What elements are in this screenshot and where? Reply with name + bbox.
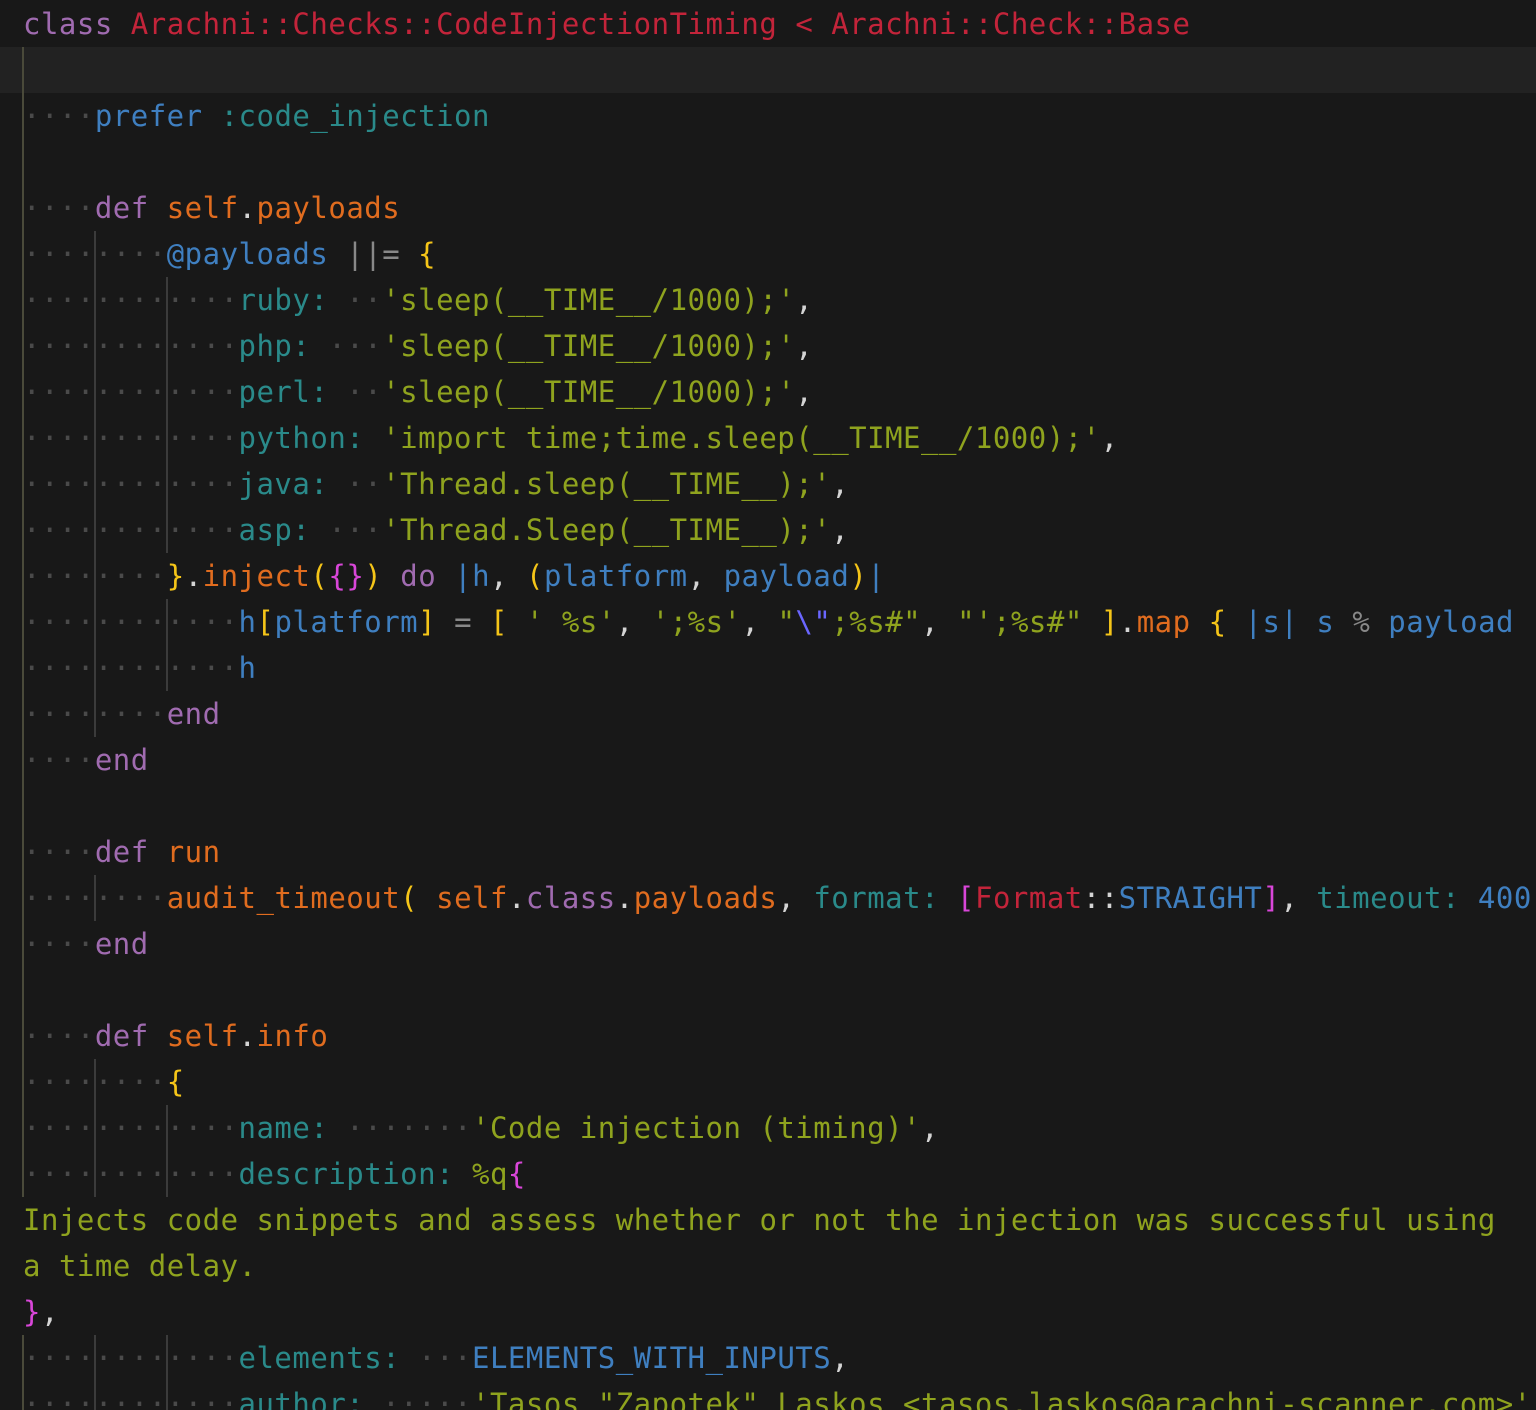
indent-guide [166, 1151, 168, 1197]
code-line[interactable]: ····end [0, 737, 1536, 783]
indent-guide [166, 1105, 168, 1151]
code-line[interactable]: ············description: %q{ [0, 1151, 1536, 1197]
indent-guide [22, 1335, 24, 1381]
indent-guide [22, 1105, 24, 1151]
code-line[interactable]: ············java: ··'Thread.sleep(__TIME… [0, 461, 1536, 507]
indent-guide [22, 1381, 24, 1410]
indent-guide [94, 875, 96, 921]
code-line[interactable]: ············h[platform] = [ ' %s', ';%s'… [0, 599, 1536, 645]
indent-guide [94, 369, 96, 415]
indent-guide [22, 1151, 24, 1197]
indent-guide [22, 231, 24, 277]
indent-guide [94, 1335, 96, 1381]
code-line[interactable]: ········end [0, 691, 1536, 737]
code-line[interactable]: ············php: ···'sleep(__TIME__/1000… [0, 323, 1536, 369]
indent-guide [166, 1381, 168, 1410]
code-line[interactable]: a time delay. [0, 1243, 1536, 1289]
indent-guide [22, 415, 24, 461]
indent-guide [94, 599, 96, 645]
indent-guide [22, 829, 24, 875]
code-line[interactable] [0, 139, 1536, 185]
code-line[interactable]: ············ruby: ··'sleep(__TIME__/1000… [0, 277, 1536, 323]
code-line[interactable] [0, 47, 1536, 93]
indent-guide [22, 783, 24, 829]
code-line[interactable]: ············perl: ··'sleep(__TIME__/1000… [0, 369, 1536, 415]
indent-guide [166, 1335, 168, 1381]
indent-guide [166, 599, 168, 645]
indent-guide [94, 323, 96, 369]
code-line[interactable]: ········{ [0, 1059, 1536, 1105]
indent-guide [166, 645, 168, 691]
code-line[interactable]: class Arachni::Checks::CodeInjectionTimi… [0, 1, 1536, 47]
indent-guide [22, 645, 24, 691]
indent-guide [94, 415, 96, 461]
indent-guide [94, 1381, 96, 1410]
indent-guide [22, 461, 24, 507]
indent-guide [94, 553, 96, 599]
indent-guide [22, 369, 24, 415]
indent-guide [166, 323, 168, 369]
indent-guide [22, 277, 24, 323]
indent-guide [22, 139, 24, 185]
indent-guide [166, 415, 168, 461]
code-line[interactable] [0, 967, 1536, 1013]
code-line[interactable]: ············python: 'import time;time.sl… [0, 415, 1536, 461]
code-editor[interactable]: class Arachni::Checks::CodeInjectionTimi… [0, 0, 1536, 1410]
indent-guide [22, 1013, 24, 1059]
indent-guide [94, 507, 96, 553]
indent-guide [166, 277, 168, 323]
code-line[interactable]: Injects code snippets and assess whether… [0, 1197, 1536, 1243]
code-line[interactable]: ····def run [0, 829, 1536, 875]
indent-guide [94, 277, 96, 323]
code-line[interactable]: ············asp: ···'Thread.Sleep(__TIME… [0, 507, 1536, 553]
indent-guide [22, 507, 24, 553]
indent-guide [22, 93, 24, 139]
code-line[interactable]: ············elements: ···ELEMENTS_WITH_I… [0, 1335, 1536, 1381]
code-line[interactable]: ········audit_timeout( self.class.payloa… [0, 875, 1536, 921]
indent-guide [94, 691, 96, 737]
indent-guide [22, 875, 24, 921]
code-line[interactable]: }, [0, 1289, 1536, 1335]
code-line[interactable]: ····def self.payloads [0, 185, 1536, 231]
code-line[interactable] [0, 783, 1536, 829]
code-line[interactable]: ············name: ·······'Code injection… [0, 1105, 1536, 1151]
indent-guide [94, 1105, 96, 1151]
indent-guide [94, 231, 96, 277]
code-line[interactable]: ············author: ·····'Tasos "Zapotek… [0, 1381, 1536, 1410]
indent-guide [22, 553, 24, 599]
indent-guide [22, 737, 24, 783]
indent-guide [94, 1059, 96, 1105]
code-line[interactable]: ············h [0, 645, 1536, 691]
code-line[interactable]: ····end [0, 921, 1536, 967]
code-line[interactable]: ····prefer :code_injection [0, 93, 1536, 139]
indent-guide [22, 921, 24, 967]
indent-guide [94, 1151, 96, 1197]
indent-guide [94, 461, 96, 507]
indent-guide [94, 645, 96, 691]
code-line[interactable]: ········@payloads ||= { [0, 231, 1536, 277]
indent-guide [22, 691, 24, 737]
indent-guide [22, 967, 24, 1013]
indent-guide [22, 185, 24, 231]
indent-guide [22, 47, 24, 93]
indent-guide [166, 507, 168, 553]
indent-guide [22, 1059, 24, 1105]
indent-guide [22, 323, 24, 369]
code-line[interactable]: ········}.inject({}) do |h, (platform, p… [0, 553, 1536, 599]
indent-guide [166, 461, 168, 507]
indent-guide [22, 599, 24, 645]
indent-guide [166, 369, 168, 415]
code-line[interactable]: ····def self.info [0, 1013, 1536, 1059]
